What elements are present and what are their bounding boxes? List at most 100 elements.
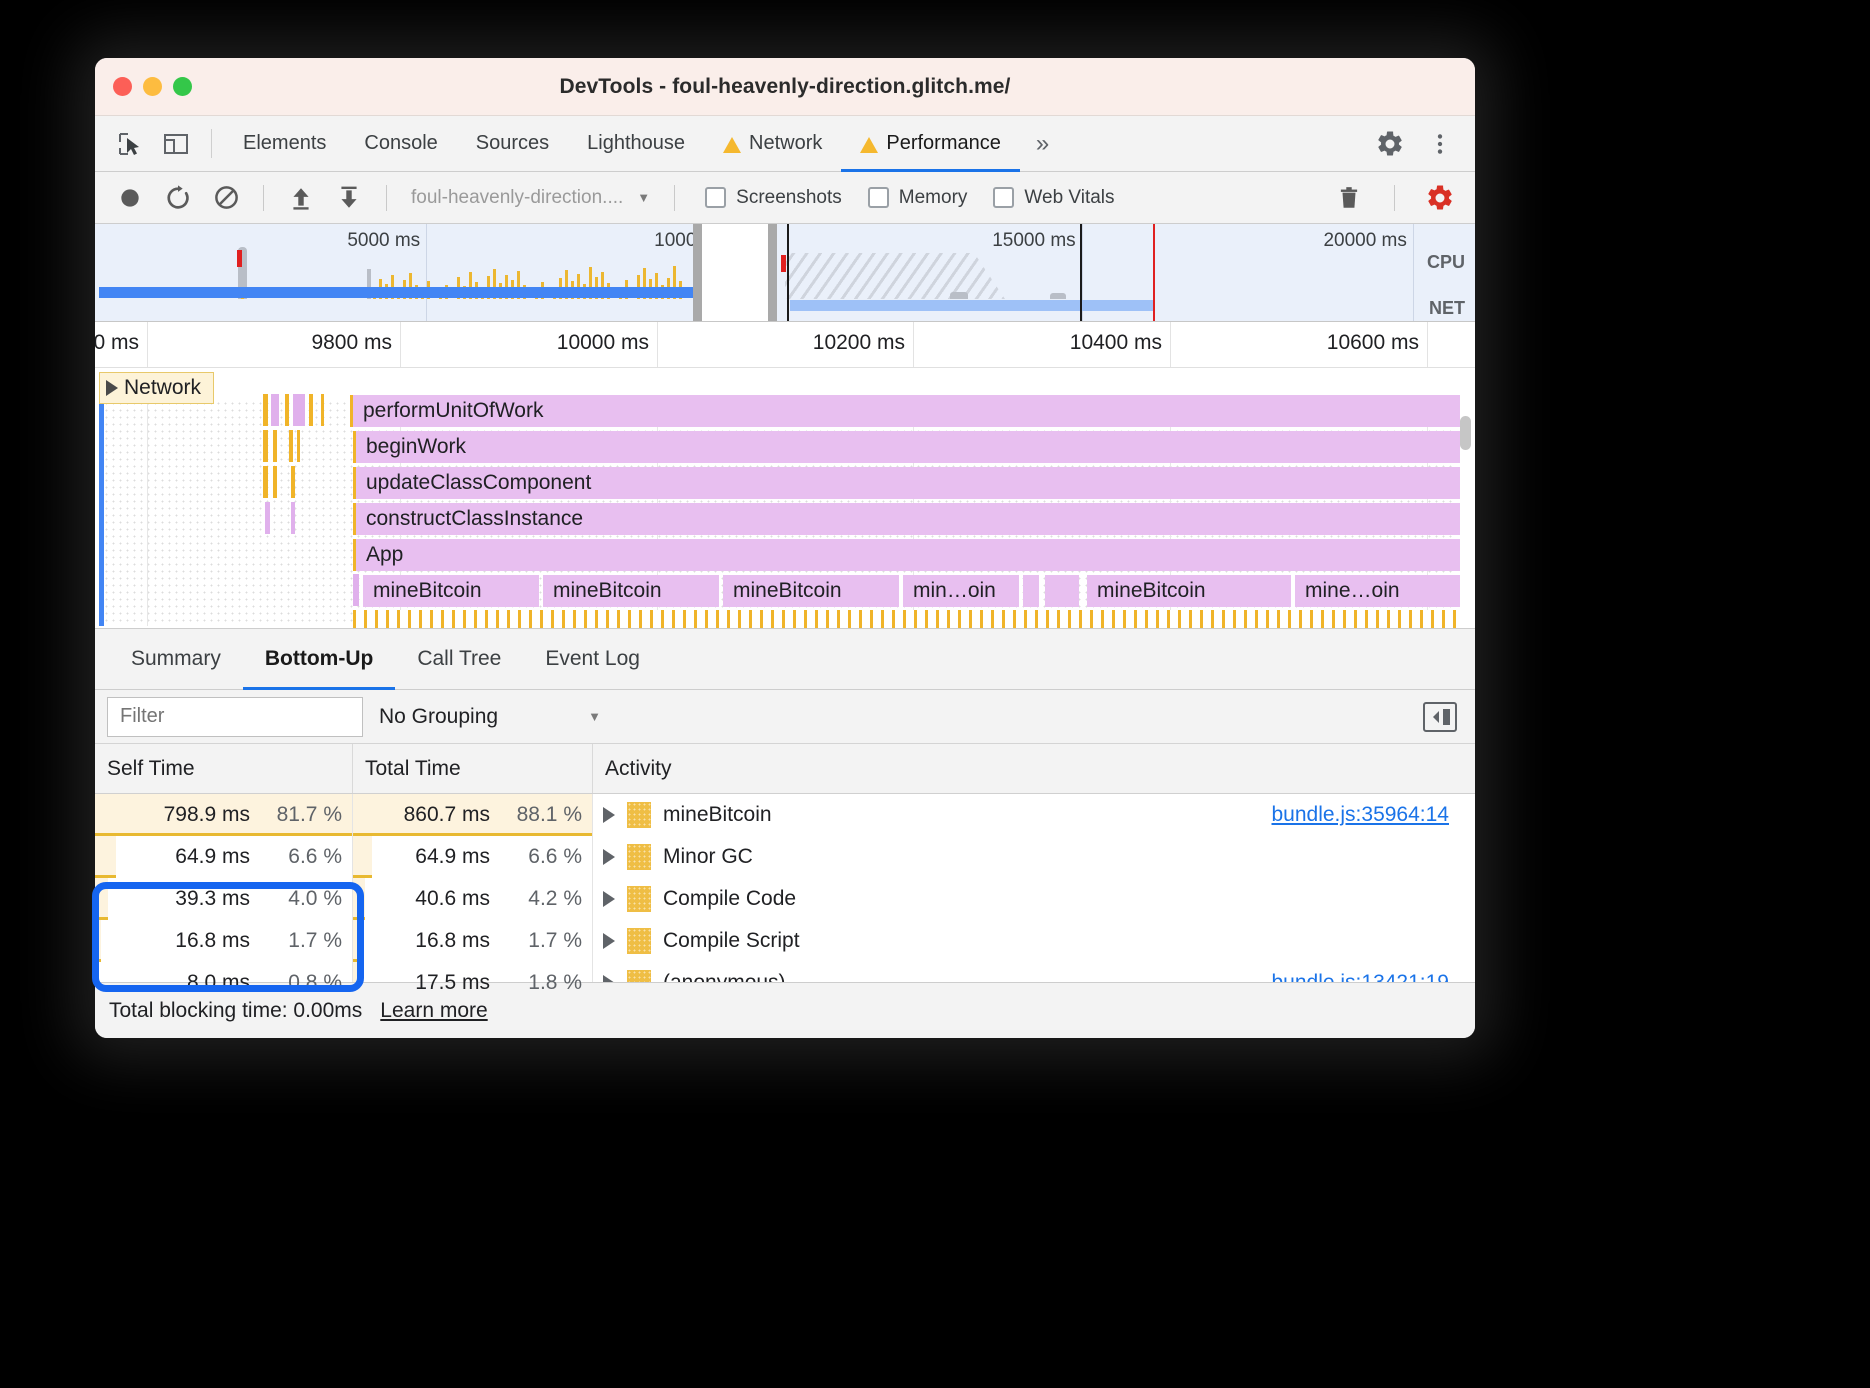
grouping-value: No Grouping <box>379 704 499 728</box>
flame-chart-scrollbar-thumb[interactable] <box>1460 416 1471 450</box>
cell-activity: mineBitcoin bundle.js:35964:14 <box>593 794 1475 836</box>
column-header-total-time[interactable]: Total Time <box>353 744 593 793</box>
record-circle-icon[interactable] <box>109 177 151 219</box>
cell-total-time: 40.6 ms 4.2 % <box>353 878 593 920</box>
overview-dcl-line <box>1153 224 1155 321</box>
column-header-self-time[interactable]: Self Time <box>95 744 353 793</box>
bottom-up-table[interactable]: Self Time Total Time Activity 798.9 ms 8… <box>95 744 1475 994</box>
overview-tick-label: 15000 ms <box>992 230 1076 251</box>
capture-settings-gear-icon[interactable] <box>1419 177 1461 219</box>
minimize-window-button[interactable] <box>143 77 162 96</box>
gear-icon[interactable] <box>1367 121 1413 167</box>
show-sidebar-icon[interactable] <box>1423 701 1457 732</box>
flame-row: performUnitOfWork <box>95 394 1475 428</box>
source-link[interactable]: bundle.js:35964:14 <box>1272 803 1476 827</box>
tab-lighthouse[interactable]: Lighthouse <box>568 116 704 171</box>
scripting-color-swatch <box>627 928 651 954</box>
overview-selection-window[interactable] <box>693 224 777 321</box>
self-time-value: 798.9 ms <box>163 803 250 826</box>
flame-bar-minebitcoin[interactable]: mineBitcoin <box>723 575 899 607</box>
tab-summary-label: Summary <box>131 647 221 670</box>
trash-icon[interactable] <box>1328 177 1370 219</box>
recording-toolbar-actions <box>1328 177 1461 219</box>
table-row[interactable]: 16.8 ms 1.7 % 16.8 ms 1.7 % Compile Scri… <box>95 920 1475 962</box>
maximize-window-button[interactable] <box>173 77 192 96</box>
clear-no-entry-icon[interactable] <box>205 177 247 219</box>
more-tabs-button[interactable]: » <box>1020 116 1065 171</box>
self-time-percent: 4.0 % <box>288 887 342 910</box>
warning-triangle-icon <box>860 136 879 153</box>
checkbox-memory[interactable]: Memory <box>867 187 967 209</box>
recording-selector[interactable]: foul-heavenly-direction.... ▼ <box>403 187 658 209</box>
tab-sources[interactable]: Sources <box>457 116 568 171</box>
close-window-button[interactable] <box>113 77 132 96</box>
save-profile-down-arrow-icon[interactable] <box>328 177 370 219</box>
flame-bar[interactable]: beginWork <box>353 431 1460 463</box>
total-time-value: 17.5 ms <box>415 971 490 994</box>
chevron-down-icon: ▼ <box>588 709 601 724</box>
total-time-percent: 1.7 % <box>528 929 582 952</box>
flame-bar-minebitcoin[interactable]: mineBitcoin <box>1087 575 1291 607</box>
checkbox-box-icon[interactable] <box>705 187 727 208</box>
expand-triangle-icon[interactable] <box>603 891 615 907</box>
expand-triangle-icon[interactable] <box>603 807 615 823</box>
expand-triangle-icon[interactable] <box>603 933 615 949</box>
flame-bar-minebitcoin[interactable]: min…oin <box>903 575 1019 607</box>
activity-name: Minor GC <box>663 845 753 868</box>
devtools-tab-bar: Elements Console Sources Lighthouse Netw… <box>95 116 1475 172</box>
column-header-activity[interactable]: Activity <box>593 744 1475 793</box>
tab-summary[interactable]: Summary <box>109 629 243 689</box>
panel-tabs: Elements Console Sources Lighthouse Netw… <box>224 116 1065 172</box>
checkbox-web-vitals[interactable]: Web Vitals <box>993 187 1115 209</box>
flame-chart[interactable]: Network performUnitOfWork beginWork upda… <box>95 368 1475 628</box>
checkbox-box-icon[interactable] <box>993 187 1015 208</box>
load-profile-up-arrow-icon[interactable] <box>280 177 322 219</box>
flame-bar-minebitcoin[interactable]: mineBitcoin <box>363 575 539 607</box>
overview-selection-handle-right[interactable] <box>768 224 777 321</box>
flame-bar-label: min…oin <box>913 579 996 602</box>
flame-bar-minebitcoin[interactable]: mine…oin <box>1295 575 1460 607</box>
tab-event-log[interactable]: Event Log <box>523 629 662 689</box>
flame-bar-minebitcoin[interactable]: mineBitcoin <box>543 575 719 607</box>
expand-triangle-icon[interactable] <box>603 849 615 865</box>
tab-network[interactable]: Network <box>704 116 841 171</box>
tab-console[interactable]: Console <box>345 116 456 171</box>
flame-bar-minebitcoin[interactable] <box>1045 575 1079 607</box>
timeline-overview[interactable]: 5000 ms 10000 ms 15000 ms 20000 ms <box>95 224 1475 322</box>
tab-call-tree[interactable]: Call Tree <box>395 629 523 689</box>
scripting-color-swatch <box>627 802 651 828</box>
reload-record-icon[interactable] <box>157 177 199 219</box>
device-toolbar-icon[interactable] <box>153 116 199 171</box>
tab-performance[interactable]: Performance <box>841 116 1020 172</box>
tab-elements[interactable]: Elements <box>224 116 345 171</box>
tab-bar-actions <box>1338 116 1475 171</box>
flame-bar[interactable]: constructClassInstance <box>353 503 1460 535</box>
table-row[interactable]: 64.9 ms 6.6 % 64.9 ms 6.6 % Minor GC <box>95 836 1475 878</box>
window-traffic-lights[interactable] <box>113 77 192 96</box>
flame-bar[interactable]: App <box>353 539 1460 571</box>
table-row[interactable]: 798.9 ms 81.7 % 860.7 ms 88.1 % mineBitc… <box>95 794 1475 836</box>
overview-selection-handle-left[interactable] <box>693 224 702 321</box>
self-time-percent: 0.8 % <box>288 971 342 994</box>
inspect-cursor-icon[interactable] <box>107 116 153 171</box>
total-time-percent: 6.6 % <box>528 845 582 868</box>
filter-input[interactable] <box>107 696 363 737</box>
flame-row-micro-tasks[interactable] <box>353 610 1460 628</box>
total-time-value: 64.9 ms <box>415 845 490 868</box>
window-title-bar: DevTools - foul-heavenly-direction.glitc… <box>95 58 1475 116</box>
flame-bar[interactable]: performUnitOfWork <box>350 395 1460 427</box>
table-row[interactable]: 39.3 ms 4.0 % 40.6 ms 4.2 % Compile Code <box>95 878 1475 920</box>
expand-triangle-icon[interactable] <box>106 380 118 396</box>
kebab-menu-icon[interactable] <box>1417 121 1463 167</box>
flame-bar-minebitcoin[interactable] <box>1023 575 1039 607</box>
tab-bottom-up[interactable]: Bottom-Up <box>242 629 396 690</box>
checkbox-box-icon[interactable] <box>867 187 889 208</box>
flame-bar[interactable]: updateClassComponent <box>353 467 1460 499</box>
flame-bar-label: beginWork <box>366 435 466 458</box>
table-header-row: Self Time Total Time Activity <box>95 744 1475 794</box>
grouping-selector[interactable]: No Grouping ▼ <box>379 705 601 729</box>
learn-more-link[interactable]: Learn more <box>380 999 487 1023</box>
network-track-header[interactable]: Network <box>99 372 215 404</box>
self-time-percent: 6.6 % <box>288 845 342 868</box>
checkbox-screenshots[interactable]: Screenshots <box>705 187 842 209</box>
